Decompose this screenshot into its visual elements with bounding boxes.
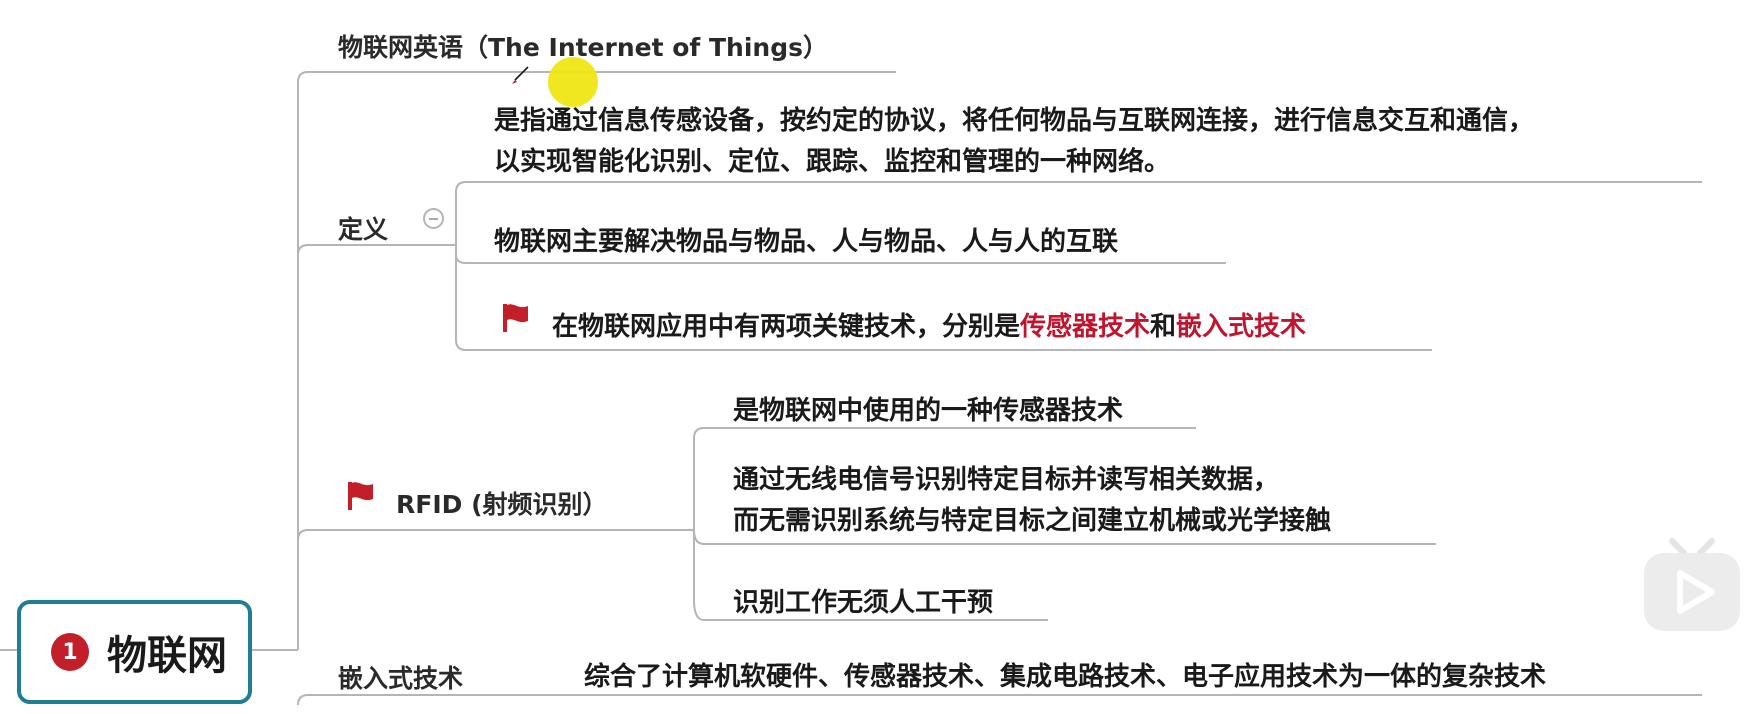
cursor-highlight [548,57,598,107]
definition-item-1-line2: 以实现智能化识别、定位、跟踪、监控和管理的一种网络。 [494,147,1171,177]
key-tech-conj: 和 [1150,312,1177,342]
branch-embedded[interactable]: 嵌入式技术 [338,659,463,695]
rfid-item-2-line1: 通过无线电信号识别特定目标并读写相关数据， [733,465,1280,495]
key-tech-embedded: 嵌入式技术 [1176,312,1307,342]
root-label: 物联网 [107,633,227,679]
flag-icon [348,482,373,510]
key-tech-prefix: 在物联网应用中有两项关键技术，分别是 [552,312,1021,342]
definition-item-1-line1: 是指通过信息传感设备，按约定的协议，将任何物品与互联网连接，进行信息交互和通信， [494,106,1535,136]
mindmap-canvas: 物联网英语（The Internet of Things） 定义 是指通过信息传… [0,0,1746,714]
rfid-item-3[interactable]: 识别工作无须人工干预 [733,582,993,619]
rfid-item-1[interactable]: 是物联网中使用的一种传感器技术 [733,390,1123,427]
flag-icon [503,304,528,332]
branch-definition[interactable]: 定义 [338,210,388,246]
embedded-detail[interactable]: 综合了计算机软硬件、传感器技术、集成电路技术、电子应用技术为一体的复杂技术 [584,656,1546,693]
key-tech-sensor: 传感器技术 [1020,312,1151,342]
collapse-icon[interactable] [423,208,444,229]
definition-item-2[interactable]: 物联网主要解决物品与物品、人与物品、人与人的互联 [494,221,1118,258]
cursor-icon [512,66,529,84]
priority-badge: 1 [51,633,89,671]
root-node[interactable]: 1 物联网 [17,600,252,704]
branch-rfid[interactable]: RFID (射频识别） [396,485,608,521]
rfid-item-2[interactable]: 通过无线电信号识别特定目标并读写相关数据， 而无需识别系统与特定目标之间建立机械… [733,460,1513,542]
definition-item-3[interactable]: 在物联网应用中有两项关键技术，分别是传感器技术和嵌入式技术 [552,306,1306,343]
definition-item-1[interactable]: 是指通过信息传感设备，按约定的协议，将任何物品与互联网连接，进行信息交互和通信，… [494,101,1714,183]
rfid-item-2-line2: 而无需识别系统与特定目标之间建立机械或光学接触 [733,506,1332,536]
play-icon[interactable] [1640,535,1744,635]
